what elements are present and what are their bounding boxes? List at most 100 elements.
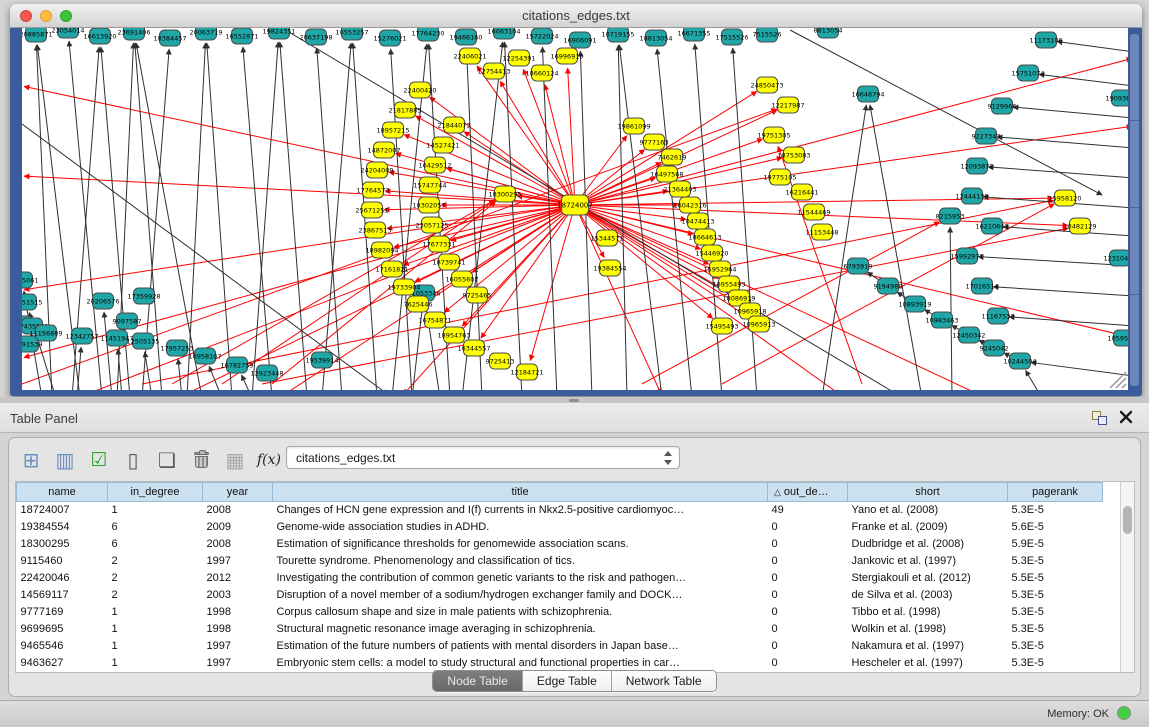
network-node[interactable]: 12093872 [960,158,993,174]
network-node[interactable]: 16648794 [851,86,884,102]
network-edge[interactable] [187,43,205,390]
network-node[interactable]: 14527421 [426,137,459,153]
network-node[interactable]: 18813054 [639,30,672,46]
network-node[interactable]: 11544469 [797,204,830,220]
network-node[interactable]: 8215953 [936,208,965,224]
network-edge[interactable] [1009,317,1128,326]
network-edge[interactable] [207,43,232,390]
network-edge[interactable] [142,200,1053,384]
network-node[interactable]: 10719155 [601,28,634,42]
select-all-columns-icon[interactable]: ☑ [85,446,113,474]
network-node[interactable]: 11167533 [981,308,1014,324]
table-row[interactable]: 1872400712008Changes of HCN gene express… [17,502,1103,519]
node-table[interactable]: namein_degreeyeartitle△out_de…shortpager… [15,481,1135,673]
network-edge[interactable] [209,366,222,390]
network-node[interactable]: 16063104 [487,28,520,39]
network-node[interactable]: 20206576 [86,293,119,309]
network-node[interactable]: 20885871 [22,28,53,42]
network-node[interactable]: 16782759 [220,357,253,373]
network-node[interactable]: 12310452 [1103,250,1128,266]
table-row[interactable]: 977716911998Corpus callosum shape and si… [17,604,1103,621]
network-node[interactable]: 19466160 [449,29,482,45]
table-row[interactable]: 2242004622012Investigating the contribut… [17,570,1103,587]
network-node[interactable]: 14872007 [367,142,400,158]
network-node[interactable]: 23867513 [358,222,391,238]
network-edge[interactable] [1039,74,1128,86]
network-node[interactable]: 16055607 [445,271,478,287]
network-node[interactable]: 12254391 [502,50,535,66]
network-edge[interactable] [993,287,1128,296]
tab-node-table[interactable]: Node Table [433,671,523,691]
network-node[interactable]: 18384457 [153,30,186,46]
network-node[interactable]: 15751074 [1011,65,1044,81]
network-edge[interactable] [322,43,351,390]
table-row[interactable]: 1938455462009Genome-wide association stu… [17,519,1103,536]
table-row[interactable]: 911546021997Tourette syndrome. Phenomeno… [17,553,1103,570]
table-row[interactable]: 969969511998Structural magnetic resonanc… [17,621,1103,638]
table-vertical-scrollbar[interactable] [1120,482,1134,672]
network-node[interactable]: 10474413 [681,213,714,229]
network-edge[interactable] [481,205,575,338]
citation-network-graph[interactable]: 2088587123054014166139202369140618384457… [22,28,1128,390]
float-window-icon[interactable] [1092,411,1107,425]
network-edge[interactable] [523,69,575,205]
network-vertical-scrollbar[interactable] [1130,34,1139,386]
network-node[interactable]: 16996910 [550,48,583,64]
network-node[interactable]: 9777163 [640,134,669,150]
network-node[interactable]: 15344571 [590,230,623,246]
network-node[interactable]: 18660124 [525,65,558,81]
network-edge[interactable] [1013,107,1128,118]
canvas-resize-grip-icon[interactable] [1110,372,1126,388]
scrollbar-thumb[interactable] [1123,506,1132,534]
network-node[interactable]: 16429512 [418,157,451,173]
network-node[interactable]: 7625446 [404,296,433,312]
network-node[interactable]: 10983463 [925,312,958,328]
close-panel-icon[interactable] [1119,410,1133,424]
network-node[interactable]: 15495493 [705,318,738,334]
network-node[interactable]: 18753083 [777,147,810,163]
row-height-icon[interactable]: ▯ [119,446,147,474]
network-node[interactable]: 8813054 [814,28,843,38]
show-column-icon[interactable]: ▥ [51,446,79,474]
network-node[interactable]: 22406021 [453,48,486,64]
table-row[interactable]: 1456911722003Disruption of a novel membe… [17,587,1103,604]
network-node[interactable]: 23691406 [117,28,150,40]
network-node[interactable]: 12342757 [65,328,98,344]
table-settings-icon[interactable]: ⊞ [17,446,45,474]
network-selector-dropdown[interactable]: citations_edges.txt [286,446,680,469]
network-node[interactable]: 9097587 [113,313,142,329]
network-node[interactable]: 7462619 [658,149,687,165]
network-node[interactable]: 19384554 [593,260,626,276]
network-node[interactable]: 7515526 [753,28,782,42]
memory-status-icon[interactable] [1117,706,1131,720]
new-document-icon[interactable]: ❏ [153,446,181,474]
table-row[interactable]: 1830029562008Estimation of significance … [17,536,1103,553]
network-edge[interactable] [24,205,575,290]
network-node[interactable]: 18302057 [412,197,445,213]
network-edge[interactable] [1031,362,1128,376]
network-edge[interactable] [1057,41,1128,52]
network-node[interactable]: 9194988 [874,278,903,294]
network-node[interactable]: 19093871 [1105,90,1128,106]
network-edge[interactable] [178,359,182,390]
network-node[interactable]: 16552871 [225,28,258,44]
network-node[interactable]: 12184721 [510,364,543,380]
network-node[interactable]: 17016514 [965,278,998,294]
network-node[interactable]: 16216441 [785,184,818,200]
network-node[interactable]: 9725465 [463,287,492,303]
network-node[interactable]: 21817885 [388,102,421,118]
delete-trash-icon[interactable] [187,446,215,474]
network-node[interactable]: 6793919 [844,258,873,274]
column-header-short[interactable]: short [848,483,1008,502]
column-header-name[interactable]: name [17,483,108,502]
network-node[interactable]: 17764573 [356,182,389,198]
network-node[interactable]: 19751305 [757,127,790,143]
network-node[interactable]: 20637198 [299,29,332,45]
network-node[interactable]: 23054014 [51,28,84,38]
table-row[interactable]: 946362711997Embryonic stem cells: a mode… [17,655,1103,672]
network-node[interactable]: 16754871 [418,312,451,328]
network-node[interactable]: 9227343 [972,128,1001,144]
network-node[interactable]: 19051515 [22,294,43,310]
network-node[interactable]: 19824351 [262,28,295,39]
network-edge[interactable] [280,42,307,390]
